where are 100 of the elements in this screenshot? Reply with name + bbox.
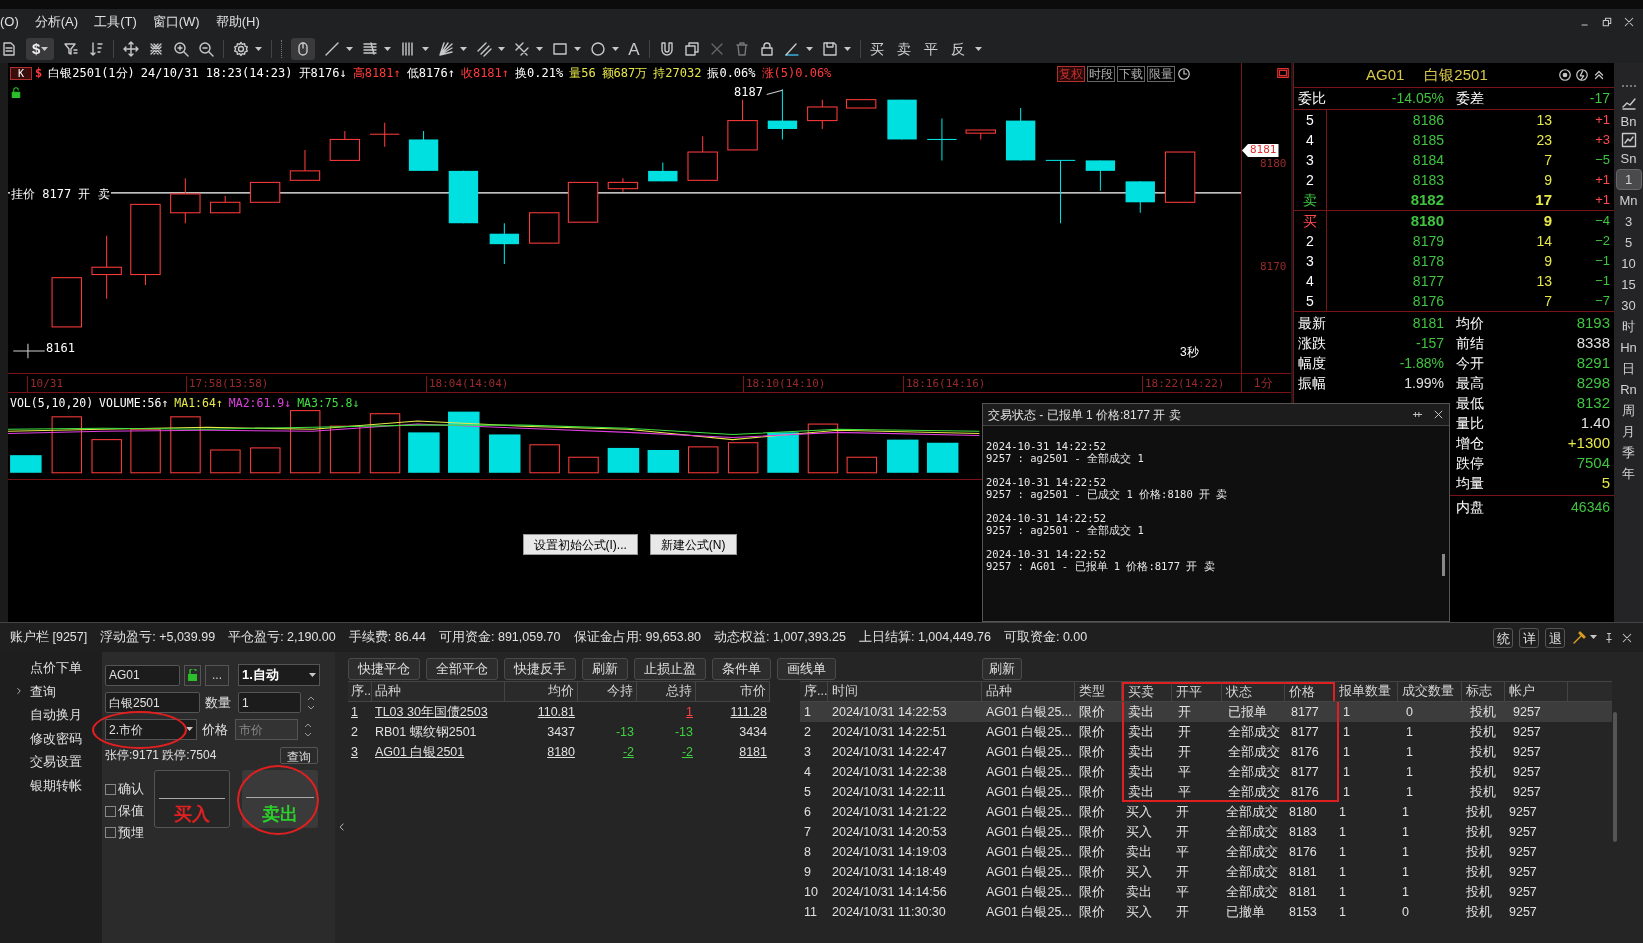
chevron-right-icon[interactable] xyxy=(14,686,24,697)
more-button[interactable]: ... xyxy=(205,664,229,686)
caret-icon[interactable] xyxy=(309,672,316,678)
table-cell[interactable]: 111.28 xyxy=(730,702,767,722)
order-row[interactable]: 4 2024/10/31 14:22:38 AG01 白银25... 限价 卖出 平 全部成交 8177 1 1 投机 9257 xyxy=(800,762,1612,782)
clock-icon[interactable] xyxy=(1177,67,1191,81)
save-icon[interactable] xyxy=(821,41,838,57)
double-chevron-up-icon[interactable] xyxy=(1592,68,1606,82)
period-button[interactable]: Hn xyxy=(1615,337,1642,358)
checkbox[interactable] xyxy=(105,827,116,839)
caret-icon[interactable] xyxy=(574,46,582,52)
lock-toggle[interactable] xyxy=(184,664,201,686)
currency-dropdown[interactable]: $ xyxy=(26,38,55,60)
refresh-button[interactable]: 刷新 xyxy=(982,658,1022,680)
parallel-lines-icon[interactable] xyxy=(476,41,493,57)
period-button[interactable]: 30 xyxy=(1615,295,1642,316)
caret-icon[interactable] xyxy=(612,46,620,52)
caret-icon[interactable] xyxy=(805,46,813,52)
period-button[interactable]: 年 xyxy=(1615,463,1642,484)
order-row[interactable]: 9 2024/10/31 14:18:49 AG01 白银25... 限价 买入 开 全部成交 8181 1 1 投机 9257 xyxy=(800,862,1612,882)
column-header[interactable]: 序.. xyxy=(348,682,372,701)
table-cell[interactable]: TL03 30年国债2503 xyxy=(375,702,488,722)
zoom-in-icon[interactable] xyxy=(173,41,190,57)
order-row[interactable]: 5 2024/10/31 14:22:11 AG01 白银25... 限价 卖出 平 全部成交 8176 1 1 投机 9257 xyxy=(800,782,1612,802)
table-cell[interactable]: 8180 xyxy=(547,742,575,762)
period-button[interactable]: Mn xyxy=(1615,190,1642,211)
toolbar-button[interactable]: 止损止盈 xyxy=(634,658,706,680)
menu-item[interactable]: 窗口(W) xyxy=(144,12,208,32)
toolbar-button[interactable]: 快捷反手 xyxy=(504,658,576,680)
nav-item[interactable]: 查询 xyxy=(30,681,56,701)
circle-icon[interactable] xyxy=(590,41,607,57)
period-button[interactable]: 日 xyxy=(1615,358,1642,379)
order-row[interactable]: 2 2024/10/31 14:22:51 AG01 白银25... 限价 卖出 开 全部成交 8177 1 1 投机 9257 xyxy=(800,722,1612,742)
period-button[interactable]: 季 xyxy=(1615,442,1642,463)
caret-icon[interactable] xyxy=(536,46,544,52)
caret-icon[interactable] xyxy=(346,46,354,52)
move-icon[interactable] xyxy=(123,41,140,57)
table-cell[interactable]: 8181 xyxy=(739,742,767,762)
column-header[interactable]: 均价 xyxy=(505,682,578,701)
order-row[interactable]: 1 2024/10/31 14:22:53 AG01 白银25... 限价 卖出 开 已报单 8177 1 0 投机 9257 xyxy=(800,702,1612,722)
period-button[interactable]: 3 xyxy=(1615,211,1642,232)
order-row[interactable]: 10 2024/10/31 14:14:56 AG01 白银25... 限价 卖出 平 全部成交 8181 1 1 投机 9257 xyxy=(800,882,1612,902)
order-row[interactable]: 8 2024/10/31 14:19:03 AG01 白银25... 限价 卖出 平 全部成交 8176 1 1 投机 9257 xyxy=(800,842,1612,862)
filter-icon[interactable] xyxy=(63,41,80,57)
period-button[interactable]: 周 xyxy=(1615,400,1642,421)
caret-icon[interactable] xyxy=(1590,635,1597,640)
menu-item[interactable]: 分析(A) xyxy=(26,12,87,32)
menu-item[interactable]: 工具(T) xyxy=(86,12,145,32)
order-row[interactable]: 7 2024/10/31 14:20:53 AG01 白银25... 限价 买入 开 全部成交 8183 1 1 投机 9257 xyxy=(800,822,1612,842)
toolbar-button[interactable]: 快捷平仓 xyxy=(348,658,420,680)
toolbar-button[interactable]: 全部平仓 xyxy=(426,658,498,680)
table-cell[interactable]: -2 xyxy=(681,742,693,762)
column-header[interactable]: 报单数量 xyxy=(1335,682,1398,701)
period-button[interactable]: 月 xyxy=(1615,421,1642,442)
column-header[interactable]: 成交数量 xyxy=(1398,682,1462,701)
table-cell[interactable]: 3 xyxy=(351,742,358,762)
chart-tool-tab[interactable]: 限量 xyxy=(1147,66,1175,82)
nav-item[interactable]: 银期转帐 xyxy=(30,775,82,795)
rectangle-icon[interactable] xyxy=(552,41,569,57)
target-icon[interactable] xyxy=(1558,68,1572,82)
text-tool[interactable]: A xyxy=(628,40,640,58)
table-cell[interactable]: 110.81 xyxy=(537,702,575,722)
sort-icon[interactable] xyxy=(88,41,105,57)
lock-icon[interactable] xyxy=(10,87,22,99)
query-button[interactable]: 查询 xyxy=(280,746,318,764)
caret-icon[interactable] xyxy=(460,46,468,52)
settings-icon[interactable] xyxy=(233,41,250,57)
lock-icon[interactable] xyxy=(758,41,775,57)
caret-icon[interactable] xyxy=(255,46,263,52)
close-icon[interactable] xyxy=(1433,409,1444,420)
restore-icon[interactable] xyxy=(1601,16,1613,28)
panel-button[interactable]: 退 xyxy=(1545,627,1565,648)
period-button[interactable]: Bn xyxy=(1615,111,1642,132)
period-button[interactable]: 时 xyxy=(1615,316,1642,337)
toolbar-trade-button[interactable]: 买 xyxy=(869,38,884,60)
document-icon[interactable] xyxy=(1,41,17,57)
pin-icon[interactable] xyxy=(1412,409,1423,420)
menu-item[interactable]: 帮助(H) xyxy=(207,12,268,32)
sell-button[interactable]: 卖出 xyxy=(242,770,318,828)
scrollbar-thumb[interactable] xyxy=(1442,554,1445,576)
trash-icon[interactable] xyxy=(733,41,750,57)
order-row[interactable]: 3 2024/10/31 14:22:47 AG01 白银25... 限价 卖出 开 全部成交 8176 1 1 投机 9257 xyxy=(800,742,1612,762)
fan-icon[interactable] xyxy=(438,41,455,57)
column-header[interactable]: 标志 xyxy=(1462,682,1505,701)
toolbar-button[interactable]: 刷新 xyxy=(582,658,628,680)
toolbar-trade-button[interactable]: 反 xyxy=(950,38,965,60)
chart-tool-tab[interactable]: 时段 xyxy=(1087,66,1115,82)
nav-item[interactable]: 点价下单 xyxy=(30,658,82,678)
diagonal-tool-icon[interactable] xyxy=(514,41,531,57)
price-field[interactable]: 市价 xyxy=(235,719,298,740)
scrollbar-thumb[interactable] xyxy=(1613,712,1617,842)
caret-icon[interactable] xyxy=(186,727,193,732)
table-cell[interactable]: 1 xyxy=(686,702,693,722)
chart-tool-tab[interactable]: 下载 xyxy=(1117,66,1145,82)
magnet-icon[interactable] xyxy=(658,41,675,57)
menu-item[interactable]: (O) xyxy=(0,12,27,32)
close-icon[interactable] xyxy=(1621,631,1633,644)
column-header[interactable]: 今持 xyxy=(578,682,637,701)
zoom-out-icon[interactable] xyxy=(198,41,215,57)
table-cell[interactable]: 1 xyxy=(351,702,358,722)
